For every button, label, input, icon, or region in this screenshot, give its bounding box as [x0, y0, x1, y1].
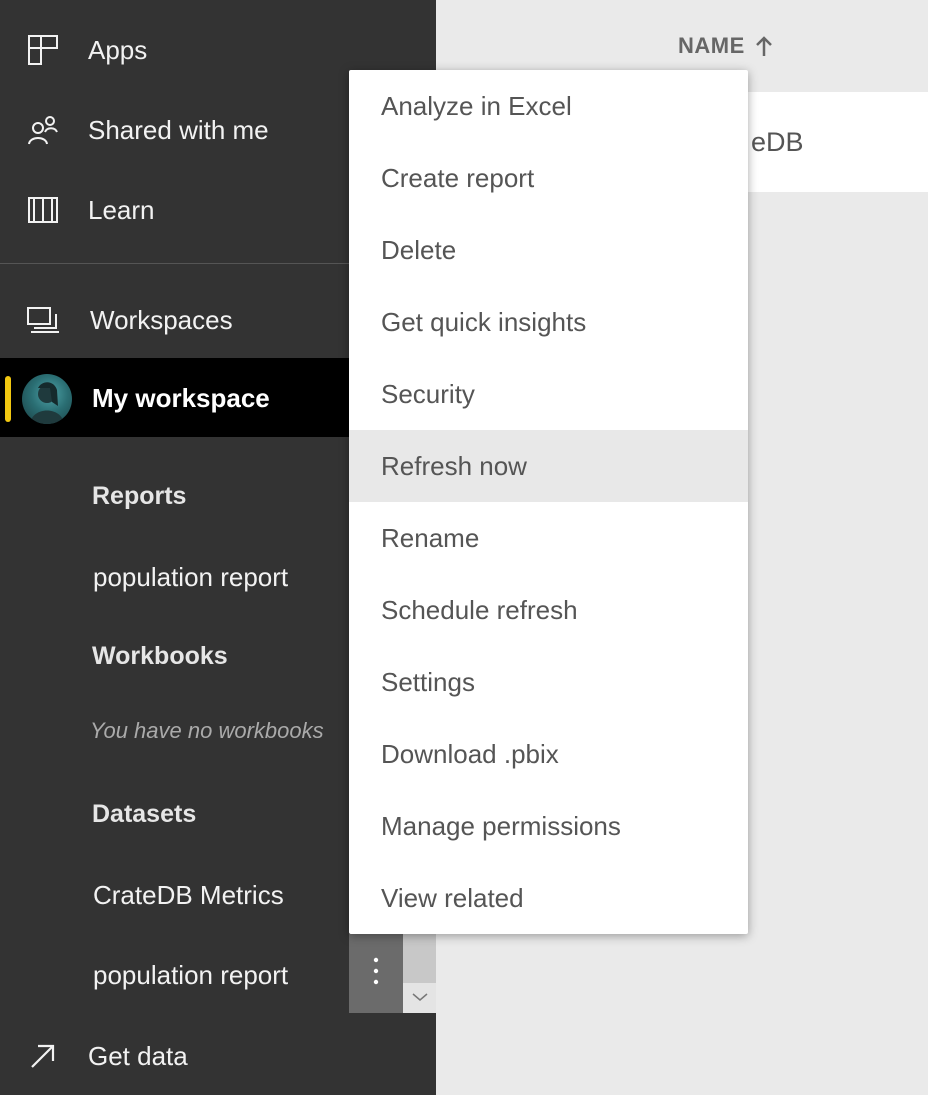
datasets-section-header[interactable]: Datasets	[92, 800, 196, 829]
sort-ascending-arrow-icon	[755, 35, 773, 57]
apps-icon	[26, 33, 60, 67]
reports-section-header[interactable]: Reports	[92, 482, 186, 511]
workbooks-empty-note: You have no workbooks	[90, 718, 324, 743]
menu-item-security[interactable]: Security	[349, 358, 748, 430]
get-data-arrow-icon	[26, 1039, 60, 1073]
menu-item-analyze-in-excel[interactable]: Analyze in Excel	[349, 70, 748, 142]
menu-item-label: View related	[381, 882, 524, 913]
chevron-down-icon	[412, 989, 428, 1007]
menu-item-label: Settings	[381, 666, 475, 697]
nav-workspaces-label: Workspaces	[90, 304, 233, 335]
avatar	[22, 374, 72, 424]
selected-accent-bar	[5, 376, 11, 422]
menu-item-label: Rename	[381, 522, 480, 553]
workspaces-icon	[26, 303, 60, 337]
context-menu: Analyze in Excel Create report Delete Ge…	[349, 70, 748, 934]
menu-item-label: Security	[381, 378, 475, 409]
menu-item-delete[interactable]: Delete	[349, 214, 748, 286]
dataset-item[interactable]: population report	[93, 960, 288, 991]
menu-item-label: Get quick insights	[381, 306, 587, 337]
get-data-button[interactable]: Get data	[0, 1020, 436, 1092]
learn-book-icon	[26, 193, 60, 227]
menu-item-download-pbix[interactable]: Download .pbix	[349, 718, 748, 790]
scroll-down-button[interactable]	[403, 983, 436, 1013]
nav-apps-label: Apps	[88, 34, 148, 65]
menu-item-refresh-now[interactable]: Refresh now	[349, 430, 748, 502]
menu-item-manage-permissions[interactable]: Manage permissions	[349, 790, 748, 862]
name-column-header[interactable]: NAME	[678, 33, 773, 59]
name-column-label: NAME	[678, 33, 745, 58]
menu-item-label: Schedule refresh	[381, 594, 578, 625]
my-workspace-label: My workspace	[92, 383, 270, 413]
menu-item-create-report[interactable]: Create report	[349, 142, 748, 214]
get-data-label: Get data	[88, 1040, 188, 1071]
menu-item-get-quick-insights[interactable]: Get quick insights	[349, 286, 748, 358]
menu-item-label: Create report	[381, 162, 535, 193]
menu-item-schedule-refresh[interactable]: Schedule refresh	[349, 574, 748, 646]
shared-with-me-icon	[26, 113, 60, 147]
menu-item-rename[interactable]: Rename	[349, 502, 748, 574]
more-vertical-icon	[373, 956, 379, 991]
menu-item-label: Analyze in Excel	[381, 90, 572, 121]
report-item[interactable]: population report	[93, 562, 288, 593]
menu-item-label: Manage permissions	[381, 810, 621, 841]
menu-item-label: Download .pbix	[381, 738, 559, 769]
nav-learn-label: Learn	[88, 194, 155, 225]
workbooks-section-header[interactable]: Workbooks	[92, 642, 228, 671]
menu-item-settings[interactable]: Settings	[349, 646, 748, 718]
row-name-cell[interactable]: eDB	[751, 127, 804, 158]
more-options-button[interactable]	[349, 934, 403, 1013]
dataset-item[interactable]: CrateDB Metrics	[93, 880, 284, 911]
menu-item-view-related[interactable]: View related	[349, 862, 748, 934]
menu-item-label: Refresh now	[381, 450, 527, 481]
nav-shared-with-me-label: Shared with me	[88, 114, 269, 145]
menu-item-label: Delete	[381, 234, 457, 265]
